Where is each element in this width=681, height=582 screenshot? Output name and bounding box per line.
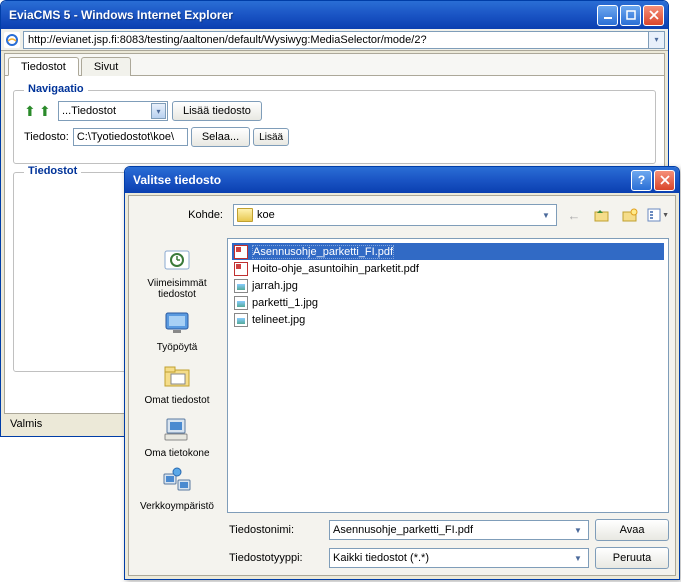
add-button-small[interactable]: Lisää bbox=[253, 128, 289, 146]
file-dialog-main: Viimeisimmät tiedostot Työpöytä Omat tie… bbox=[129, 236, 675, 515]
file-item[interactable]: telineet.jpg bbox=[232, 311, 664, 328]
status-text: Valmis bbox=[10, 418, 42, 430]
tabs-row: Tiedostot Sivut bbox=[5, 54, 664, 76]
lookin-value: koe bbox=[257, 209, 539, 221]
up-folder-icon[interactable] bbox=[591, 204, 613, 226]
folder-select[interactable]: ...Tiedostot ▾ bbox=[58, 101, 168, 121]
files-group-title: Tiedostot bbox=[24, 165, 81, 177]
jpg-icon bbox=[234, 313, 248, 327]
file-item[interactable]: jarrah.jpg bbox=[232, 277, 664, 294]
tab-sivut[interactable]: Sivut bbox=[81, 57, 131, 76]
up-arrow-icon[interactable]: ⬆ bbox=[24, 104, 38, 118]
place-desktop[interactable]: Työpöytä bbox=[134, 304, 220, 355]
ie-titlebar[interactable]: EviaCMS 5 - Windows Internet Explorer bbox=[1, 1, 668, 29]
chevron-down-icon: ▾ bbox=[151, 103, 166, 119]
places-bar: Viimeisimmät tiedostot Työpöytä Omat tie… bbox=[129, 236, 225, 515]
new-folder-icon[interactable] bbox=[619, 204, 641, 226]
file-item[interactable]: Asennusohje_parketti_FI.pdf bbox=[232, 243, 664, 260]
pdf-icon bbox=[234, 262, 248, 276]
desktop-icon bbox=[160, 306, 194, 340]
mydocs-icon bbox=[160, 359, 194, 393]
network-icon bbox=[160, 465, 194, 499]
browse-button[interactable]: Selaa... bbox=[191, 127, 250, 147]
file-dialog: Valitse tiedosto ? Kohde: koe ▼ ← ▼ bbox=[124, 166, 680, 580]
url-input[interactable] bbox=[23, 31, 649, 49]
file-dialog-title: Valitse tiedosto bbox=[129, 173, 629, 187]
address-bar: ▾ bbox=[1, 29, 668, 51]
cancel-button[interactable]: Peruuta bbox=[595, 547, 669, 569]
add-file-button[interactable]: Lisää tiedosto bbox=[172, 101, 262, 121]
close-button[interactable] bbox=[643, 5, 664, 26]
file-list[interactable]: Asennusohje_parketti_FI.pdf Hoito-ohje_a… bbox=[227, 238, 669, 513]
maximize-button[interactable] bbox=[620, 5, 641, 26]
place-mydocs[interactable]: Omat tiedostot bbox=[134, 357, 220, 408]
place-recent[interactable]: Viimeisimmät tiedostot bbox=[134, 240, 220, 302]
filename-input[interactable]: Asennusohje_parketti_FI.pdf ▼ bbox=[329, 520, 589, 540]
place-network[interactable]: Verkkoympäristö bbox=[134, 463, 220, 514]
tab-tiedostot[interactable]: Tiedostot bbox=[8, 57, 79, 76]
lookin-label: Kohde: bbox=[135, 209, 223, 221]
open-button[interactable]: Avaa bbox=[595, 519, 669, 541]
minimize-button[interactable] bbox=[597, 5, 618, 26]
dialog-close-button[interactable] bbox=[654, 170, 675, 191]
navigation-title: Navigaatio bbox=[24, 83, 88, 95]
file-item[interactable]: Hoito-ohje_asuntoihin_parketit.pdf bbox=[232, 260, 664, 277]
chevron-down-icon: ▼ bbox=[571, 554, 585, 563]
lookin-select[interactable]: koe ▼ bbox=[233, 204, 557, 226]
file-path-input[interactable] bbox=[73, 128, 188, 146]
filetype-label: Tiedostotyyppi: bbox=[129, 552, 323, 564]
file-dialog-titlebar[interactable]: Valitse tiedosto ? bbox=[125, 167, 679, 193]
help-button[interactable]: ? bbox=[631, 170, 652, 191]
view-menu-icon[interactable]: ▼ bbox=[647, 204, 669, 226]
chevron-down-icon: ▼ bbox=[571, 526, 585, 535]
up-arrow-icon-2[interactable]: ⬆ bbox=[39, 104, 53, 118]
folder-icon bbox=[237, 208, 253, 222]
jpg-icon bbox=[234, 296, 248, 310]
file-dialog-body: Kohde: koe ▼ ← ▼ bbox=[128, 195, 676, 576]
chevron-down-icon: ▼ bbox=[539, 211, 553, 220]
navigation-group: Navigaatio ⬆ ⬆ ...Tiedostot ▾ Lisää tied… bbox=[13, 90, 656, 164]
recent-icon bbox=[160, 242, 194, 276]
pdf-icon bbox=[234, 245, 248, 259]
file-item[interactable]: parketti_1.jpg bbox=[232, 294, 664, 311]
ie-title: EviaCMS 5 - Windows Internet Explorer bbox=[5, 8, 595, 22]
lookin-row: Kohde: koe ▼ ← ▼ bbox=[129, 196, 675, 234]
back-icon[interactable]: ← bbox=[563, 204, 585, 226]
file-label: Tiedosto: bbox=[24, 131, 69, 143]
url-dropdown-icon[interactable]: ▾ bbox=[649, 31, 665, 49]
filename-label: Tiedostonimi: bbox=[129, 524, 323, 536]
filetype-select[interactable]: Kaikki tiedostot (*.*) ▼ bbox=[329, 548, 589, 568]
file-dialog-bottom: Tiedostonimi: Asennusohje_parketti_FI.pd… bbox=[129, 519, 669, 569]
ie-logo-icon bbox=[4, 32, 20, 48]
jpg-icon bbox=[234, 279, 248, 293]
place-mycomputer[interactable]: Oma tietokone bbox=[134, 410, 220, 461]
mycomputer-icon bbox=[160, 412, 194, 446]
